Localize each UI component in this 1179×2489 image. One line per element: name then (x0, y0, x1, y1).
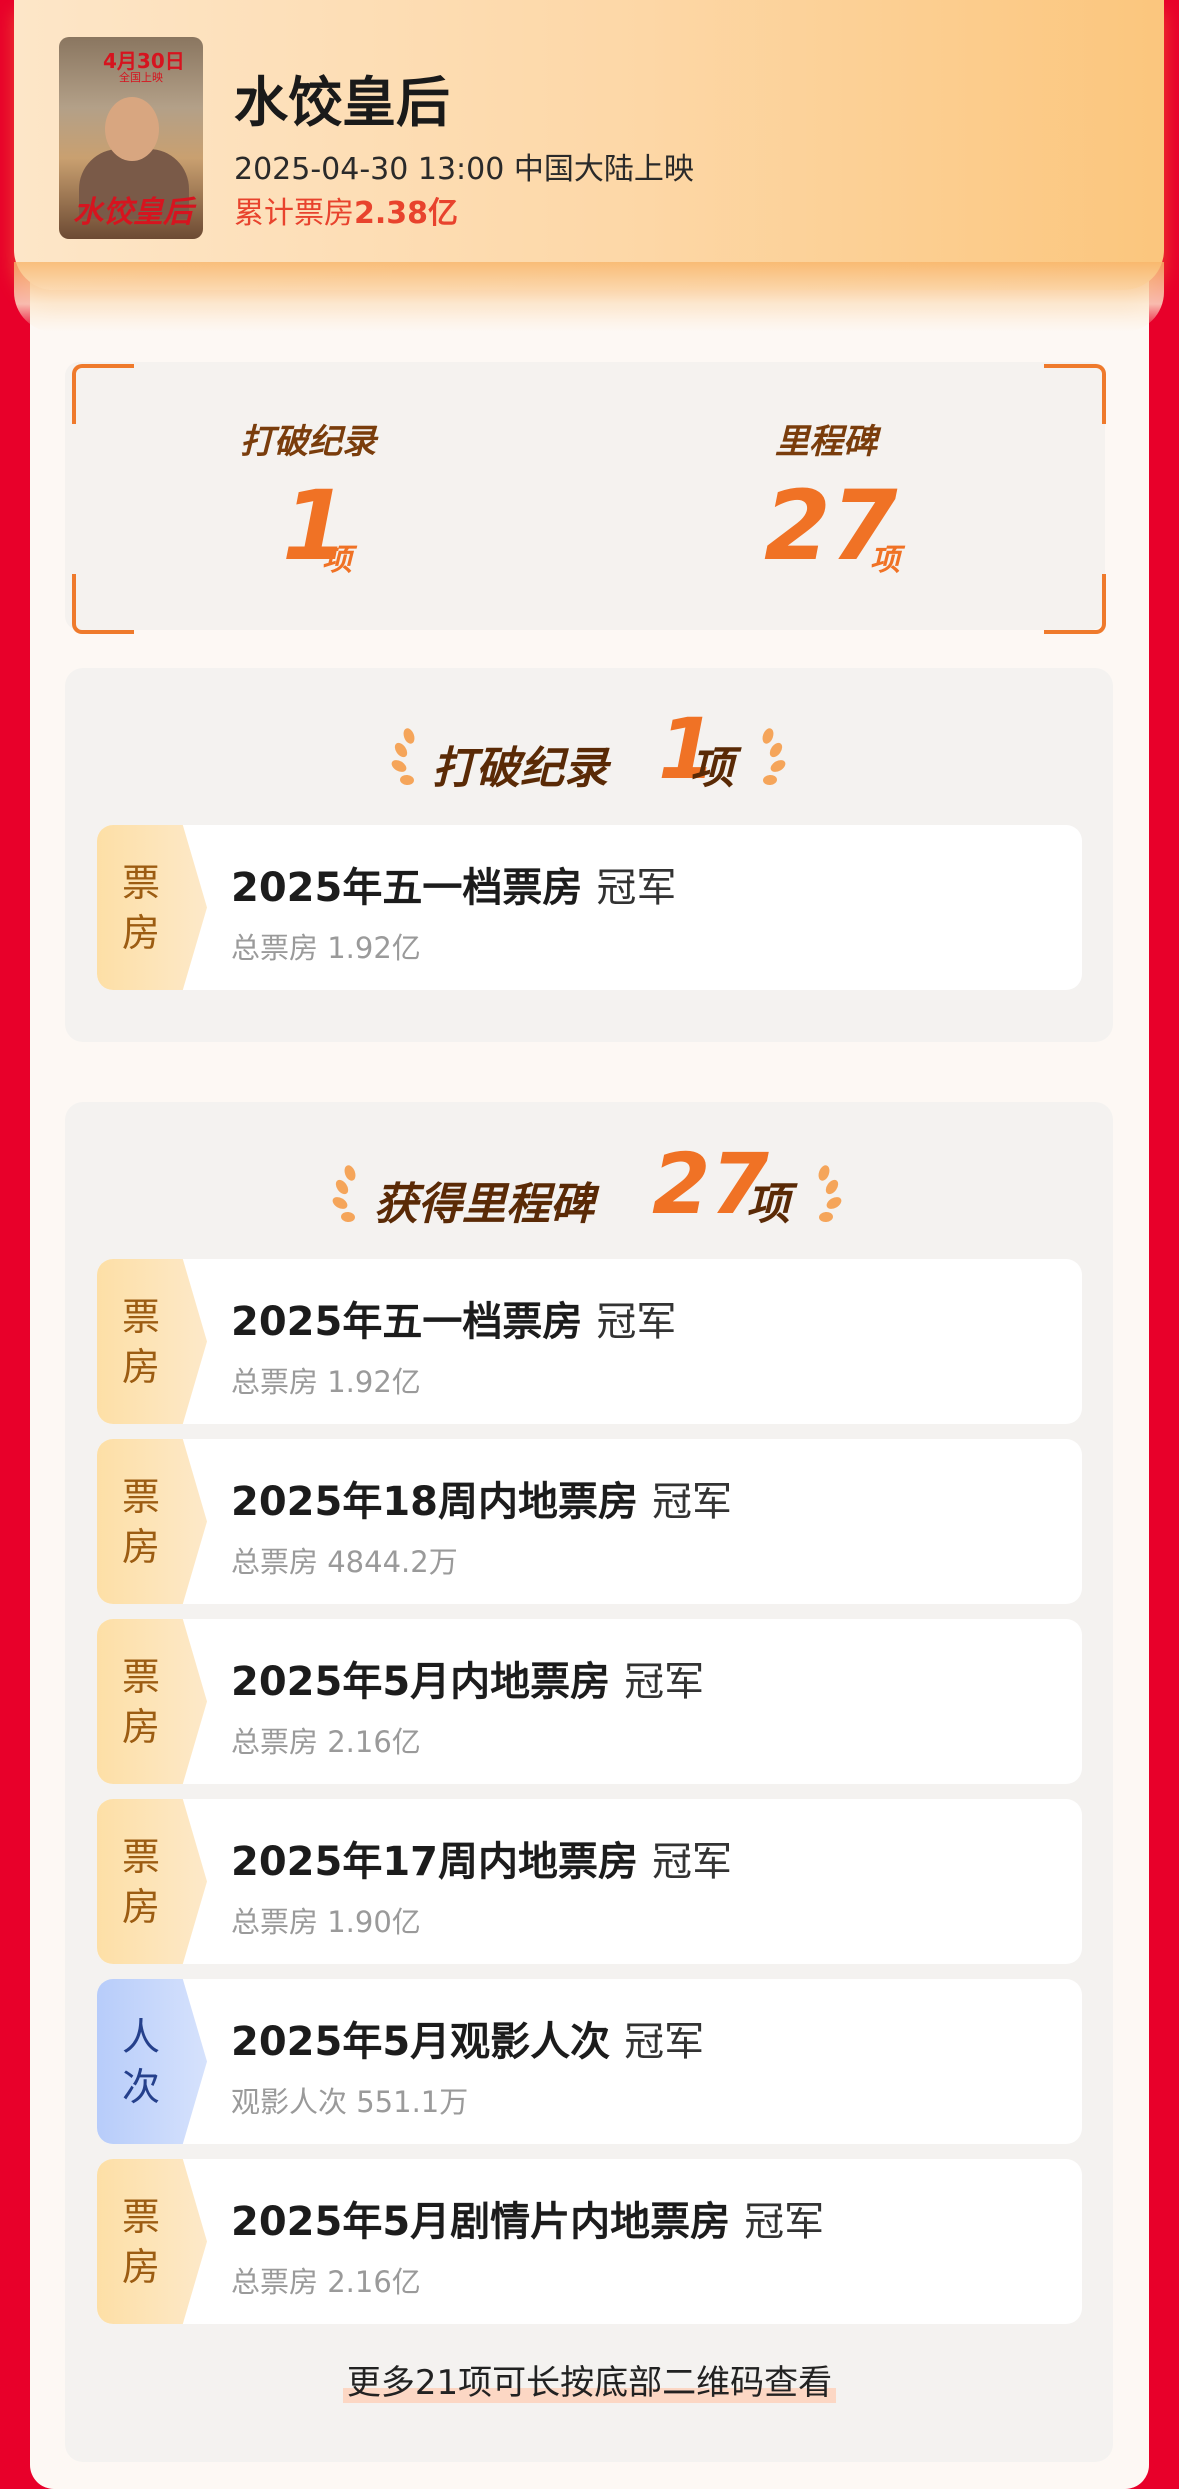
tag-char: 人 (121, 2014, 160, 2059)
item-rank: 冠军 (596, 1299, 677, 1345)
boxoffice-tag: 票 房 (97, 1799, 207, 1964)
record-item[interactable]: 票 房 2025年五一档票房 冠军 总票房 1.92亿 (97, 825, 1082, 990)
item-rank: 冠军 (596, 865, 677, 911)
summary-panel (65, 362, 1105, 630)
laurel-left-icon (332, 1165, 356, 1223)
milestone-item[interactable]: 票 房 2025年18周内地票房 冠军 总票房 4844.2万 (97, 1439, 1082, 1604)
boxoffice-label: 累计票房 (234, 196, 354, 231)
item-rank: 冠军 (652, 1839, 732, 1885)
item-title: 2025年17周内地票房 冠军 (231, 1829, 732, 1887)
item-title: 2025年五一档票房 冠军 (231, 1289, 676, 1347)
boxoffice-total: 累计票房2.38亿 (234, 188, 458, 232)
item-title: 2025年5月剧情片内地票房 冠军 (231, 2189, 824, 2247)
milestone-item[interactable]: 人 次 2025年5月观影人次 冠军 观影人次 551.1万 (97, 1979, 1082, 2144)
boxoffice-tag: 票 房 (97, 825, 207, 990)
item-title: 2025年18周内地票房 冠军 (231, 1469, 732, 1527)
boxoffice-value: 2.38亿 (354, 196, 459, 231)
bracket-corner (1044, 574, 1106, 634)
boxoffice-tag: 票 房 (97, 1439, 207, 1604)
records-section-title: 打破纪录 (432, 743, 608, 794)
tag-char: 房 (121, 1344, 160, 1389)
header-shadow (14, 262, 1164, 332)
item-rank: 冠军 (744, 2199, 825, 2245)
milestones-section-title: 获得里程碑 (374, 1179, 594, 1230)
milestone-item[interactable]: 票 房 2025年五一档票房 冠军 总票房 1.92亿 (97, 1259, 1082, 1424)
item-title-text: 2025年五一档票房 (231, 865, 583, 911)
records-section-unit: 项 (690, 743, 734, 794)
tag-char: 房 (121, 1704, 160, 1749)
tag-char: 票 (121, 2194, 160, 2239)
tag-char: 房 (121, 1884, 160, 1929)
tag-char: 房 (121, 910, 160, 955)
item-subtitle: 总票房 1.92亿 (231, 1365, 421, 1399)
tag-char: 次 (121, 2064, 160, 2109)
item-title-text: 2025年5月观影人次 (231, 2019, 611, 2065)
milestone-item[interactable]: 票 房 2025年17周内地票房 冠军 总票房 1.90亿 (97, 1799, 1082, 1964)
item-title-text: 2025年五一档票房 (231, 1299, 583, 1345)
milestones-unit: 项 (870, 543, 900, 578)
laurel-right-icon (762, 728, 786, 786)
item-title-text: 2025年5月内地票房 (231, 1659, 611, 1705)
tag-char: 房 (121, 1524, 160, 1569)
tag-char: 房 (121, 2244, 160, 2289)
boxoffice-tag: 票 房 (97, 1259, 207, 1424)
bracket-corner (72, 574, 134, 634)
item-subtitle: 总票房 1.90亿 (231, 1905, 421, 1939)
poster-face (105, 97, 159, 161)
item-rank: 冠军 (624, 2019, 705, 2065)
item-title-text: 2025年5月剧情片内地票房 (231, 2199, 731, 2245)
boxoffice-tag: 票 房 (97, 2159, 207, 2324)
records-label: 打破纪录 (240, 422, 376, 462)
tag-char: 票 (121, 1294, 160, 1339)
more-items-text: 更多21项可长按底部二维码查看 (342, 2363, 837, 2403)
poster-subtitle: 全国上映 (119, 71, 163, 84)
milestone-item[interactable]: 票 房 2025年5月剧情片内地票房 冠军 总票房 2.16亿 (97, 2159, 1082, 2324)
laurel-right-icon (818, 1165, 842, 1223)
tag-char: 票 (121, 1474, 160, 1519)
item-rank: 冠军 (652, 1479, 732, 1525)
item-title: 2025年5月观影人次 冠军 (231, 2009, 704, 2067)
item-subtitle: 总票房 4844.2万 (231, 1545, 458, 1579)
release-info: 2025-04-30 13:00 中国大陆上映 (234, 152, 694, 187)
tag-char: 票 (121, 1834, 160, 1879)
item-title-text: 2025年17周内地票房 (231, 1839, 638, 1885)
item-subtitle: 总票房 1.92亿 (231, 931, 421, 965)
more-items-hint: 更多21项可长按底部二维码查看 (0, 2355, 1179, 2404)
milestones-label: 里程碑 (775, 422, 877, 462)
bracket-corner (72, 364, 134, 424)
boxoffice-tag: 票 房 (97, 1619, 207, 1784)
item-subtitle: 观影人次 551.1万 (231, 2085, 469, 2119)
milestones-section-unit: 项 (746, 1179, 790, 1230)
admissions-tag: 人 次 (97, 1979, 207, 2144)
item-subtitle: 总票房 2.16亿 (231, 1725, 421, 1759)
item-subtitle: 总票房 2.16亿 (231, 2265, 421, 2299)
bracket-corner (1044, 364, 1106, 424)
tag-char: 票 (121, 1654, 160, 1699)
tag-char: 票 (121, 860, 160, 905)
item-rank: 冠军 (624, 1659, 705, 1705)
item-title-text: 2025年18周内地票房 (231, 1479, 638, 1525)
item-title: 2025年5月内地票房 冠军 (231, 1649, 704, 1707)
milestone-item[interactable]: 票 房 2025年5月内地票房 冠军 总票房 2.16亿 (97, 1619, 1082, 1784)
laurel-left-icon (391, 728, 415, 786)
movie-title: 水饺皇后 (234, 71, 450, 134)
item-title: 2025年五一档票房 冠军 (231, 855, 676, 913)
poster-title: 水饺皇后 (73, 195, 193, 230)
records-unit: 项 (322, 543, 352, 578)
movie-poster[interactable]: 4月30日 全国上映 水饺皇后 (59, 37, 203, 239)
